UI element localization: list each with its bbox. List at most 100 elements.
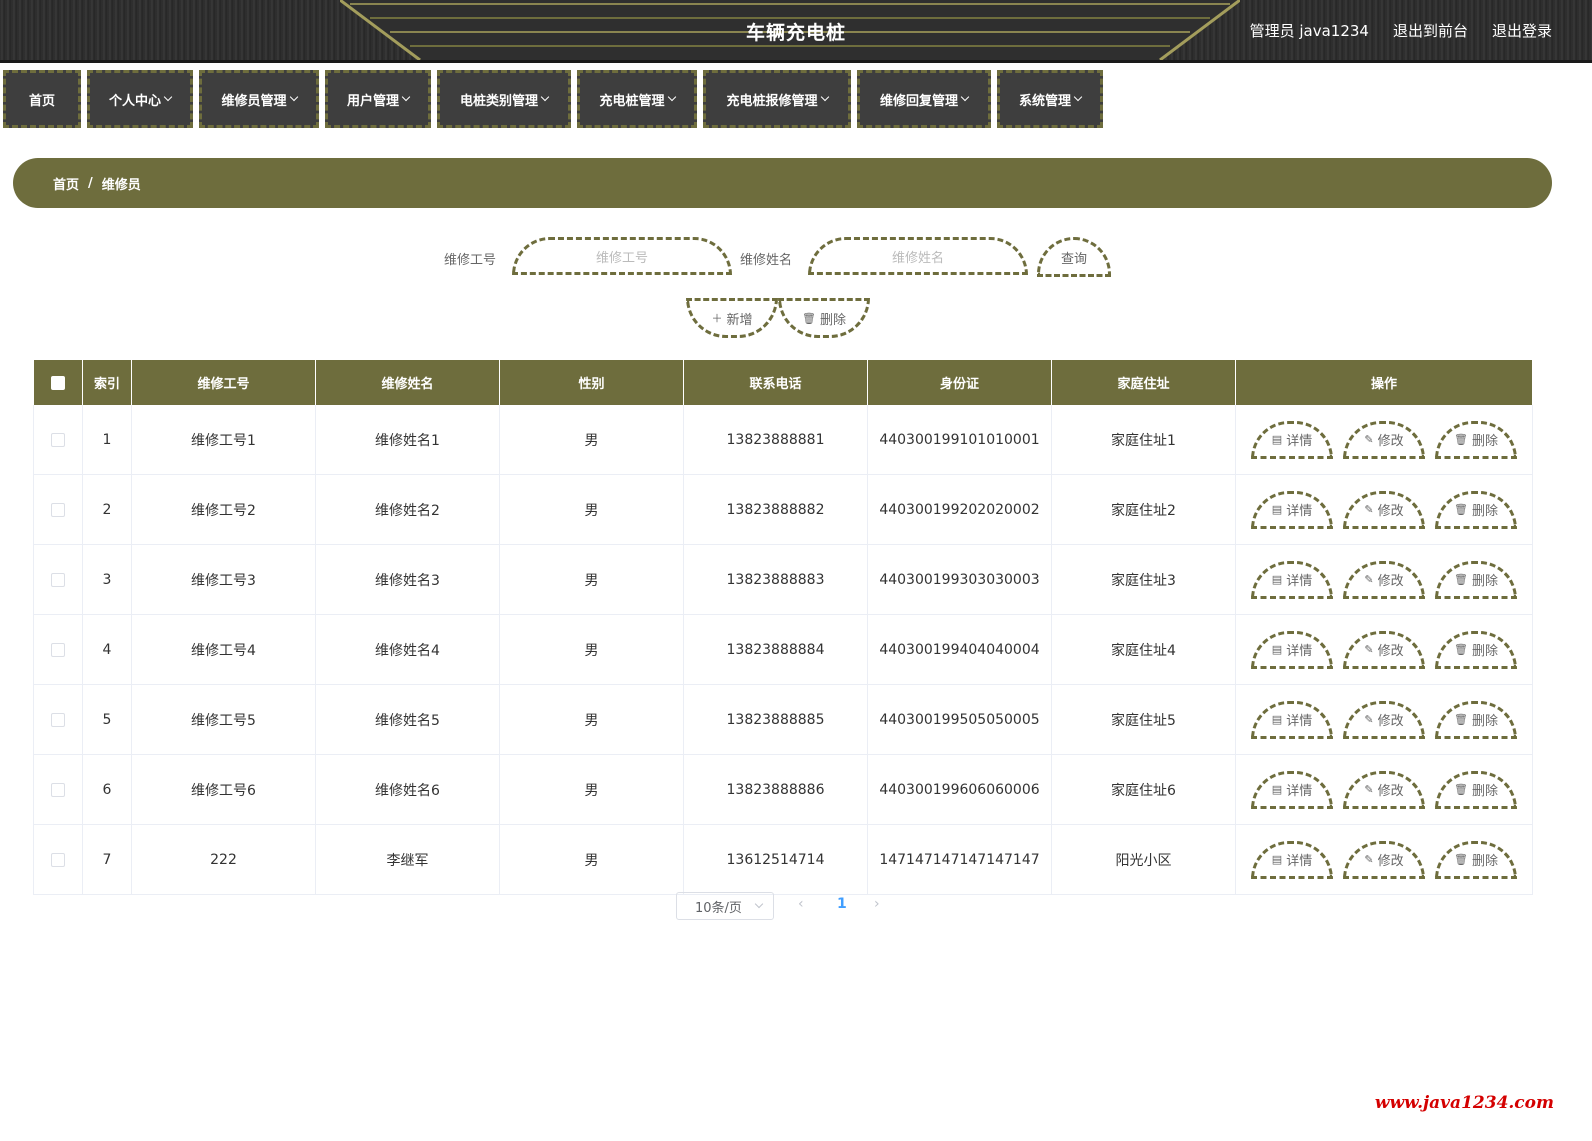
logout-link[interactable]: 退出登录 — [1492, 20, 1552, 41]
delete-button[interactable]: 🗑 删除 — [1435, 490, 1517, 529]
detail-button[interactable]: ▤ 详情 — [1251, 560, 1333, 599]
cell-job-no: 维修工号2 — [131, 474, 316, 545]
chevron-down-icon — [401, 92, 411, 102]
detail-button[interactable]: ▤ 详情 — [1251, 490, 1333, 529]
query-button[interactable]: 查询 — [1037, 237, 1111, 277]
page-size-value: 10条/页 — [695, 900, 742, 916]
row-checkbox[interactable] — [51, 572, 65, 587]
edit-button[interactable]: ✎ 修改 — [1343, 490, 1425, 529]
exit-to-front-link[interactable]: 退出到前台 — [1393, 20, 1468, 41]
batch-delete-button[interactable]: 🗑 删除 — [778, 298, 870, 338]
cell-gender: 男 — [499, 614, 684, 685]
delete-button[interactable]: 🗑 删除 — [1435, 840, 1517, 879]
edit-button[interactable]: ✎ 修改 — [1343, 700, 1425, 739]
chevron-down-icon — [820, 92, 829, 102]
delete-button-label: 删除 — [1471, 504, 1498, 519]
trash-icon: 🗑 — [1454, 503, 1468, 516]
nav-item-charging-pile-management[interactable]: 充电桩管理 — [577, 70, 697, 128]
row-select-cell — [33, 824, 83, 895]
table-row: 5 维修工号5 维修姓名5 男 13823888885 44030019950505000… — [33, 684, 1533, 755]
detail-button[interactable]: ▤ 详情 — [1251, 700, 1333, 739]
row-actions-cell: ▤ 详情 ✎ 修改 🗑 删除 — [1235, 684, 1533, 755]
detail-button[interactable]: ▤ 详情 — [1251, 840, 1333, 879]
row-checkbox[interactable] — [51, 782, 65, 797]
breadcrumb: 首页 / 维修员 — [13, 158, 1552, 208]
chevron-down-icon — [289, 92, 298, 102]
table-row: 4 维修工号4 维修姓名4 男 13823888884 44030019940404000… — [33, 614, 1533, 685]
name-input[interactable]: 维修姓名 — [808, 237, 1028, 275]
detail-button[interactable]: ▤ 详情 — [1251, 770, 1333, 809]
cell-job-no: 维修工号5 — [131, 684, 316, 755]
delete-button-label: 删除 — [1471, 714, 1498, 729]
cell-id-card: 440300199303030003 — [867, 544, 1052, 615]
chevron-down-icon — [540, 92, 550, 102]
detail-button-label: 详情 — [1286, 714, 1313, 729]
row-select-cell — [33, 474, 83, 545]
select-all-checkbox[interactable] — [50, 375, 65, 390]
cell-address: 阳光小区 — [1051, 824, 1236, 895]
breadcrumb-home[interactable]: 首页 — [53, 174, 79, 193]
top-links: 管理员 java1234 退出到前台 退出登录 — [1250, 20, 1552, 41]
cell-id-card: 440300199202020002 — [867, 474, 1052, 545]
cell-name: 维修姓名3 — [315, 544, 500, 615]
row-select-cell — [33, 544, 83, 615]
cell-phone: 13823888881 — [683, 405, 868, 475]
nav-item-home[interactable]: 首页 — [3, 70, 81, 128]
pencil-icon: ✎ — [1364, 783, 1374, 796]
row-checkbox[interactable] — [51, 502, 65, 517]
detail-button[interactable]: ▤ 详情 — [1251, 420, 1333, 459]
document-icon: ▤ — [1271, 573, 1283, 586]
cell-phone: 13823888885 — [683, 684, 868, 755]
nav-item-personal-center[interactable]: 个人中心 — [87, 70, 193, 128]
cell-address: 家庭住址1 — [1051, 405, 1236, 475]
detail-button[interactable]: ▤ 详情 — [1251, 630, 1333, 669]
cell-index: 2 — [82, 474, 132, 545]
cell-address: 家庭住址3 — [1051, 544, 1236, 615]
next-page-button[interactable]: › — [874, 896, 880, 912]
nav-item-system-management[interactable]: 系统管理 — [997, 70, 1103, 128]
column-header: 性别 — [499, 360, 684, 405]
row-actions-cell: ▤ 详情 ✎ 修改 🗑 删除 — [1235, 474, 1533, 545]
add-button[interactable]: ＋新增 — [686, 298, 778, 338]
document-icon: ▤ — [1271, 783, 1283, 796]
delete-button[interactable]: 🗑 删除 — [1435, 700, 1517, 739]
delete-button-label: 删除 — [1471, 854, 1498, 869]
cell-index: 4 — [82, 614, 132, 685]
page-size-select[interactable]: 10条/页 — [676, 892, 774, 920]
edit-button[interactable]: ✎ 修改 — [1343, 840, 1425, 879]
detail-button-label: 详情 — [1286, 644, 1313, 659]
nav-item-repairer-management[interactable]: 维修员管理 — [199, 70, 319, 128]
pencil-icon: ✎ — [1364, 503, 1374, 516]
row-checkbox[interactable] — [51, 712, 65, 727]
delete-button[interactable]: 🗑 删除 — [1435, 560, 1517, 599]
nav-item-repair-reply-management[interactable]: 维修回复管理 — [857, 70, 991, 128]
edit-button[interactable]: ✎ 修改 — [1343, 770, 1425, 809]
row-actions-cell: ▤ 详情 ✎ 修改 🗑 删除 — [1235, 405, 1533, 475]
nav-item-pile-category-management[interactable]: 电桩类别管理 — [437, 70, 571, 128]
prev-page-button[interactable]: ‹ — [798, 896, 804, 912]
row-checkbox[interactable] — [51, 852, 65, 867]
edit-button-label: 修改 — [1377, 784, 1404, 799]
row-checkbox[interactable] — [51, 642, 65, 657]
nav-item-label: 维修回复管理 — [879, 93, 958, 109]
nav-item-user-management[interactable]: 用户管理 — [325, 70, 431, 128]
edit-button-label: 修改 — [1377, 644, 1404, 659]
row-select-cell — [33, 614, 83, 685]
edit-button[interactable]: ✎ 修改 — [1343, 560, 1425, 599]
cell-phone: 13612514714 — [683, 824, 868, 895]
nav-item-label: 用户管理 — [346, 93, 399, 109]
delete-button[interactable]: 🗑 删除 — [1435, 630, 1517, 669]
nav-item-label: 系统管理 — [1018, 93, 1071, 109]
job-no-input[interactable]: 维修工号 — [512, 237, 732, 275]
delete-button[interactable]: 🗑 删除 — [1435, 420, 1517, 459]
column-header: 维修工号 — [131, 360, 316, 405]
page-number[interactable]: 1 — [837, 896, 847, 912]
row-checkbox[interactable] — [51, 432, 65, 447]
column-header: 操作 — [1235, 360, 1533, 405]
delete-button[interactable]: 🗑 删除 — [1435, 770, 1517, 809]
plus-icon: ＋ — [711, 312, 723, 325]
edit-button[interactable]: ✎ 修改 — [1343, 630, 1425, 669]
nav-item-repair-report-management[interactable]: 充电桩报修管理 — [703, 70, 851, 128]
edit-button[interactable]: ✎ 修改 — [1343, 420, 1425, 459]
cell-name: 维修姓名6 — [315, 754, 500, 825]
